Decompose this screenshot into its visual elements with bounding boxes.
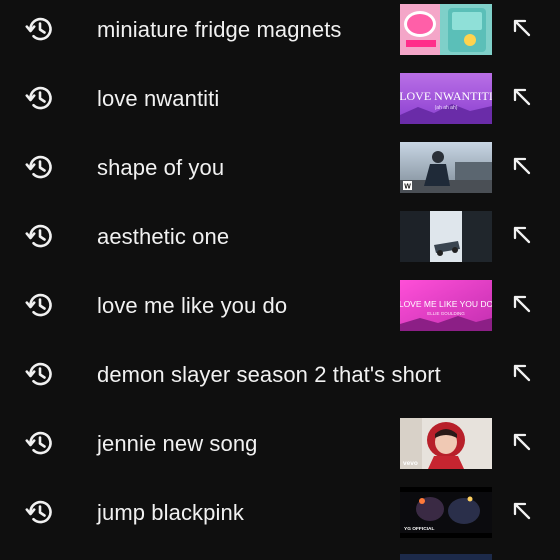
suggestion-text: jump blackpink [97, 500, 244, 525]
history-icon [24, 151, 56, 183]
suggestion-row[interactable]: love nwantiti LOVE NWANTITI (ah ah ah) [0, 64, 560, 133]
suggestion-text: jennie new song [97, 431, 258, 456]
suggestion-text: shape of you [97, 155, 225, 180]
suggestion-text: demon slayer season 2 that's short [97, 362, 441, 387]
history-icon [24, 220, 56, 252]
arrow-up-left-icon[interactable] [508, 428, 536, 456]
arrow-up-left-icon[interactable] [508, 152, 536, 180]
next-thumbnail-partial [400, 554, 492, 560]
thumb-title: LOVE NWANTITI [400, 89, 492, 103]
thumb-badge: vevo [403, 460, 418, 467]
suggestion-text: miniature fridge magnets [97, 17, 342, 42]
love-me-like-you-do-thumbnail: LOVE ME LIKE YOU DO ELLIE GOULDING [400, 280, 492, 331]
history-icon [24, 427, 56, 459]
suggestion-text: love me like you do [97, 293, 288, 318]
arrow-up-left-icon[interactable] [508, 497, 536, 525]
jump-blackpink-thumbnail: YG OFFICIAL [400, 487, 492, 538]
love-nwantiti-thumbnail: LOVE NWANTITI (ah ah ah) [400, 73, 492, 124]
suggestion-text: love nwantiti [97, 86, 220, 111]
thumb-badge: W [404, 184, 411, 191]
history-icon [24, 82, 56, 114]
search-suggestions-list: miniature fridge magnets love nwantiti L… [0, 0, 560, 547]
suggestion-row[interactable]: demon slayer season 2 that's short [0, 340, 560, 409]
thumb-badge: YG OFFICIAL [404, 526, 434, 532]
suggestion-row[interactable]: jennie new song vevo [0, 409, 560, 478]
suggestion-row[interactable]: love me like you do LOVE ME LIKE YOU DO … [0, 271, 560, 340]
arrow-up-left-icon[interactable] [508, 221, 536, 249]
suggestion-row[interactable]: jump blackpink YG OFFICIAL [0, 478, 560, 547]
history-icon [24, 289, 56, 321]
suggestion-row[interactable]: shape of you W [0, 133, 560, 202]
history-icon [24, 496, 56, 528]
fridge-magnets-thumbnail [400, 4, 492, 55]
arrow-up-left-icon[interactable] [508, 290, 536, 318]
arrow-up-left-icon[interactable] [508, 83, 536, 111]
shape-of-you-thumbnail: W [400, 142, 492, 193]
history-icon [24, 13, 56, 45]
suggestion-row[interactable]: miniature fridge magnets [0, 0, 560, 64]
thumb-subtitle: (ah ah ah) [435, 105, 458, 111]
arrow-up-left-icon[interactable] [508, 14, 536, 42]
jennie-new-song-thumbnail: vevo [400, 418, 492, 469]
history-icon [24, 358, 56, 390]
thumb-title: LOVE ME LIKE YOU DO [400, 299, 492, 309]
thumb-subtitle: ELLIE GOULDING [427, 311, 465, 316]
aesthetic-one-thumbnail [400, 211, 492, 262]
suggestion-text: aesthetic one [97, 224, 230, 249]
arrow-up-left-icon[interactable] [508, 359, 536, 387]
suggestion-row[interactable]: aesthetic one [0, 202, 560, 271]
